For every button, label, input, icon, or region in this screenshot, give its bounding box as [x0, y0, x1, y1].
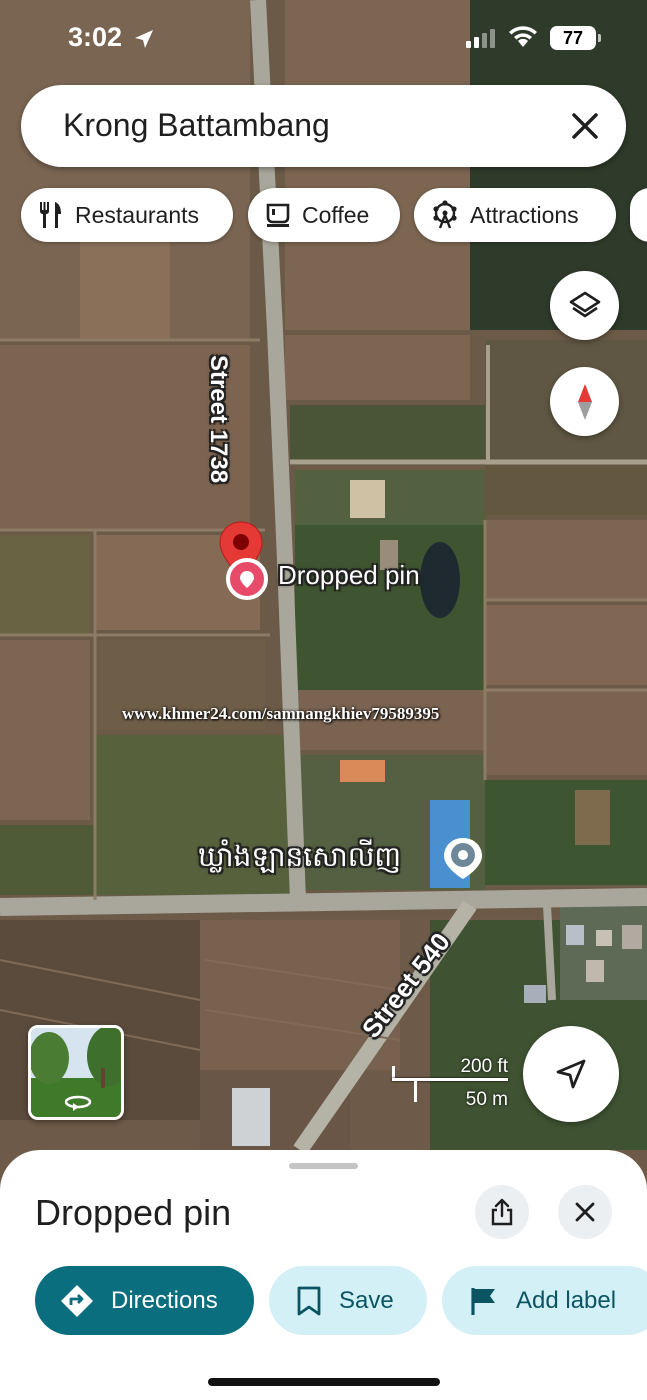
scale-metric: 50 m — [465, 1089, 508, 1110]
search-query[interactable]: Krong Battambang — [63, 107, 330, 144]
flag-icon — [471, 1287, 495, 1315]
close-sheet-button[interactable] — [558, 1185, 612, 1239]
chip-coffee[interactable]: Coffee — [248, 188, 400, 242]
chip-label: Restaurants — [75, 201, 200, 228]
wifi-icon — [509, 26, 537, 47]
category-chips: Restaurants Coffee Attractions — [21, 188, 647, 244]
home-indicator[interactable] — [208, 1378, 440, 1386]
map-scale: 200 ft 50 m — [392, 1056, 510, 1110]
place-bottom-sheet: Dropped pin Directions Save Add label — [0, 1150, 647, 1400]
my-location-button[interactable] — [523, 1026, 619, 1122]
layers-icon — [569, 291, 600, 317]
sheet-drag-handle[interactable] — [289, 1163, 358, 1169]
coffee-cup-icon — [266, 203, 290, 227]
chip-attractions[interactable]: Attractions — [414, 188, 616, 242]
place-label[interactable]: ឃ្លាំងឡានសោលីញ — [198, 839, 401, 880]
status-time: 3:02 — [68, 22, 123, 52]
place-marker-icon[interactable] — [442, 836, 484, 880]
bookmark-icon — [297, 1286, 321, 1315]
street-view-thumbnail[interactable] — [28, 1025, 124, 1120]
scale-imperial: 200 ft — [460, 1056, 508, 1077]
location-arrow-icon — [135, 30, 153, 48]
directions-button[interactable]: Directions — [35, 1266, 254, 1335]
status-bar: 3:02 77 — [0, 0, 647, 78]
add-label-label: Add label — [516, 1286, 617, 1314]
cell-signal-icon — [466, 29, 495, 48]
directions-label: Directions — [111, 1286, 218, 1314]
chip-label: Attractions — [470, 201, 579, 228]
layers-button[interactable] — [550, 271, 619, 340]
navigation-arrow-icon — [556, 1059, 586, 1089]
ferris-wheel-icon — [433, 200, 457, 229]
chip-label: Coffee — [302, 201, 370, 228]
add-label-button[interactable]: Add label — [442, 1266, 647, 1335]
search-bar[interactable]: Krong Battambang — [21, 85, 626, 167]
compass-button[interactable] — [550, 367, 619, 436]
dropped-pin-dot-icon[interactable] — [226, 558, 268, 600]
road-label-street-1738: Street 1738 — [205, 354, 233, 484]
chip-restaurants[interactable]: Restaurants — [21, 188, 233, 242]
save-button[interactable]: Save — [269, 1266, 427, 1335]
watermark-text: www.khmer24.com/samnangkhiev79589395 — [122, 704, 440, 723]
rotate-360-icon — [64, 1095, 92, 1111]
share-button[interactable] — [475, 1185, 529, 1239]
fork-knife-icon — [40, 202, 61, 228]
chip-more[interactable] — [630, 188, 647, 242]
save-label: Save — [339, 1286, 394, 1314]
close-icon[interactable] — [568, 109, 602, 143]
sheet-title: Dropped pin — [35, 1192, 232, 1233]
battery-indicator: 77 — [550, 26, 601, 50]
close-icon — [575, 1202, 595, 1222]
compass-icon — [577, 383, 592, 420]
dropped-pin-map-label[interactable]: Dropped pin — [278, 560, 420, 591]
share-icon — [491, 1198, 513, 1226]
directions-icon — [61, 1284, 93, 1317]
